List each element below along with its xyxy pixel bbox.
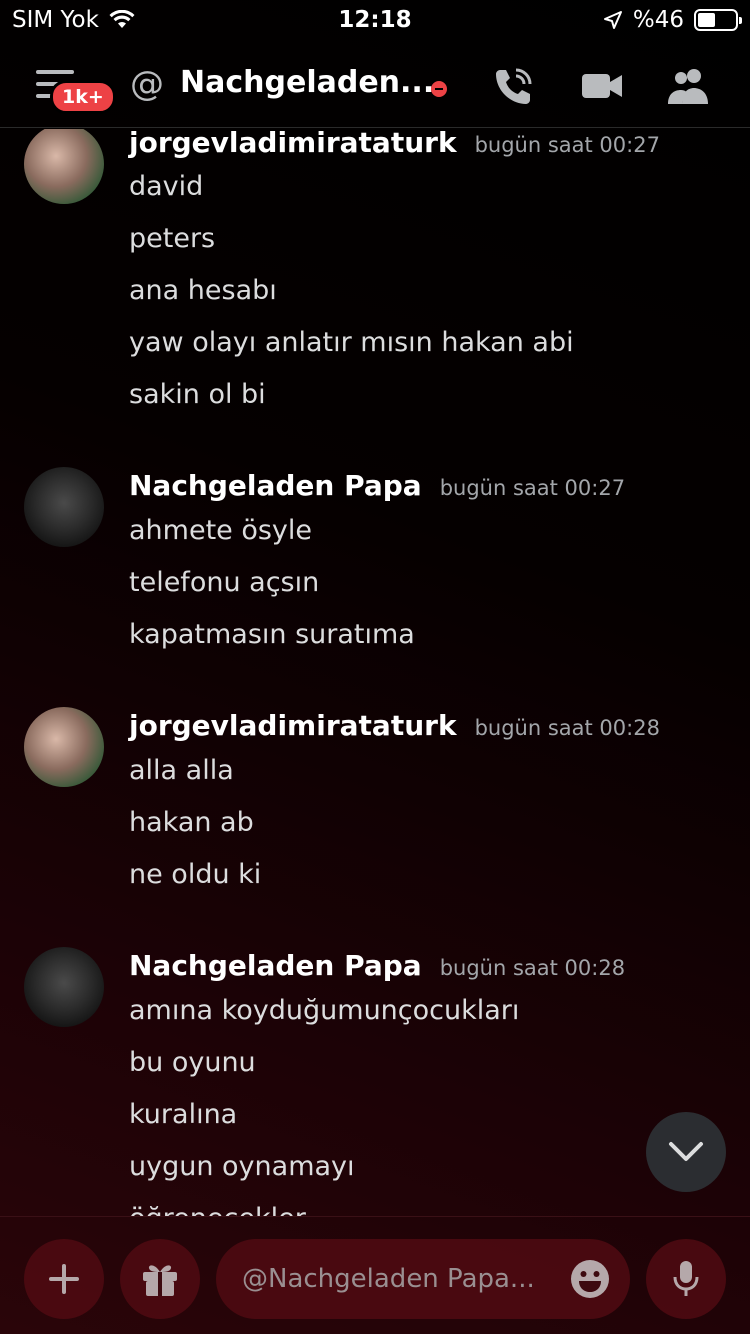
dnd-status-icon (431, 81, 447, 97)
gift-icon (143, 1265, 177, 1296)
message-timestamp: bugün saat 00:27 (474, 133, 660, 157)
microphone-icon (673, 1261, 699, 1296)
message-text: telefonu açsın (129, 567, 320, 598)
avatar[interactable] (24, 129, 104, 204)
menu-button[interactable]: 1k+ (30, 58, 116, 114)
message-text: sakin ol bi (129, 379, 266, 410)
message-timestamp: bugün saat 00:28 (474, 716, 660, 740)
message-text: öğrenecekler (129, 1203, 306, 1216)
avatar[interactable] (24, 707, 104, 787)
message-input-container[interactable] (216, 1239, 630, 1319)
avatar[interactable] (24, 467, 104, 547)
message-text: ana hesabı (129, 275, 277, 306)
message-text: uygun oynamayı (129, 1151, 355, 1182)
message-text: peters (129, 223, 216, 254)
message-text: ne oldu ki (129, 859, 262, 890)
message-text: alla alla (129, 755, 234, 786)
voice-call-icon[interactable] (492, 64, 536, 108)
message-author[interactable]: Nachgeladen Papa (129, 949, 422, 982)
message-timestamp: bugün saat 00:27 (439, 476, 626, 500)
emoji-icon[interactable] (570, 1259, 610, 1299)
message-input[interactable] (240, 1263, 554, 1295)
battery-level (698, 13, 715, 27)
video-camera-icon[interactable] (580, 64, 624, 108)
voice-message-button[interactable] (646, 1239, 726, 1319)
scroll-to-bottom-button[interactable] (646, 1112, 726, 1192)
channel-header: 1k+ @ Nachgeladen... (0, 40, 750, 128)
carrier-label: SIM Yok (12, 7, 99, 33)
wifi-icon (109, 10, 135, 28)
battery-percent: %46 (632, 7, 684, 33)
message-text: yaw olayı anlatır mısın hakan abi (129, 327, 574, 358)
channel-title[interactable]: Nachgeladen... (180, 65, 434, 100)
message-author[interactable]: jorgevladimirataturk (129, 129, 457, 159)
plus-icon (49, 1264, 79, 1294)
gift-button[interactable] (120, 1239, 200, 1319)
add-attachment-button[interactable] (24, 1239, 104, 1319)
message-timestamp: bugün saat 00:28 (439, 956, 626, 980)
message-text: bu oyunu (129, 1047, 256, 1078)
message-text: hakan ab (129, 807, 254, 838)
message-text: ahmete ösyle (129, 515, 313, 546)
message-composer (0, 1216, 750, 1334)
avatar[interactable] (24, 947, 104, 1027)
message-text: amına koyduğumunçocukları (129, 995, 520, 1026)
battery-icon (694, 9, 742, 31)
message-text: kuralına (129, 1099, 238, 1130)
message-list[interactable]: jorgevladimirataturk bugün saat 00:27 da… (0, 129, 750, 1216)
message-text: david (129, 171, 204, 202)
at-icon: @ (130, 64, 164, 104)
location-arrow-icon (603, 11, 622, 29)
message-text: kapatmasın suratıma (129, 619, 415, 650)
members-icon[interactable] (666, 64, 710, 108)
message-author[interactable]: jorgevladimirataturk (129, 709, 457, 742)
message-author[interactable]: Nachgeladen Papa (129, 469, 422, 502)
chevron-down-icon (669, 1142, 703, 1161)
status-bar: SIM Yok 12:18 %46 (0, 0, 750, 40)
unread-badge: 1k+ (50, 80, 116, 114)
